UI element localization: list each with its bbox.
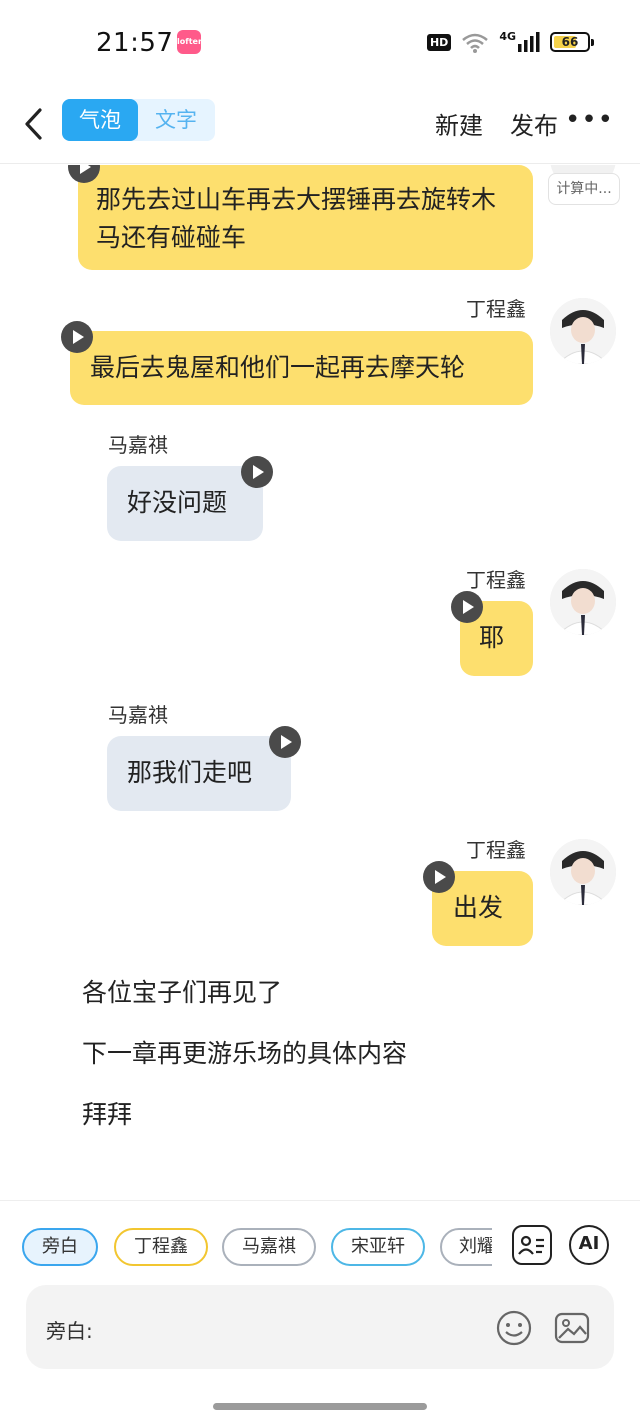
speaker-name: 马嘉祺 — [108, 433, 168, 457]
ai-button[interactable]: AI — [569, 1225, 609, 1265]
character-selector: 旁白 丁程鑫 马嘉祺 宋亚轩 刘耀 — [20, 1228, 492, 1268]
new-button[interactable]: 新建 — [435, 106, 483, 141]
computing-status-tag: 计算中... — [548, 173, 620, 205]
character-chip-ding[interactable]: 丁程鑫 — [114, 1228, 208, 1266]
tab-text[interactable]: 文字 — [138, 99, 214, 141]
character-chip-narrator[interactable]: 旁白 — [22, 1228, 98, 1266]
hd-icon: HD — [426, 33, 452, 51]
speaker-name: 马嘉祺 — [108, 703, 168, 727]
message-text: 出发 — [453, 893, 504, 922]
message-bubble[interactable]: 那我们走吧 — [107, 736, 291, 811]
avatar[interactable] — [550, 298, 616, 364]
narration-line[interactable]: 各位宝子们再见了 — [82, 973, 282, 1009]
character-chip-song[interactable]: 宋亚轩 — [331, 1228, 425, 1266]
message-text: 那我们走吧 — [127, 758, 253, 787]
wifi-icon — [462, 33, 489, 53]
status-bar: 21:57 lofter HD 4G 66 — [0, 0, 640, 86]
message-bubble[interactable]: 那先去过山车再去大摆锤再去旋转木马还有碰碰车 — [78, 165, 533, 270]
avatar[interactable] — [550, 569, 616, 635]
message-text: 那先去过山车再去大摆锤再去旋转木马还有碰碰车 — [96, 185, 497, 252]
network-type: 4G — [499, 30, 516, 43]
publish-button[interactable]: 发布 — [510, 106, 558, 141]
message-bubble[interactable]: 好没问题 — [107, 466, 263, 541]
speaker-name: 丁程鑫 — [466, 297, 526, 321]
message-text: 好没问题 — [127, 488, 228, 517]
character-card-icon[interactable] — [512, 1225, 552, 1265]
play-voice-icon[interactable] — [241, 456, 273, 488]
battery-level: 66 — [561, 35, 579, 49]
narration-line[interactable]: 拜拜 — [82, 1095, 132, 1131]
character-chip-ma[interactable]: 马嘉祺 — [222, 1228, 316, 1266]
composer-panel: 旁白 丁程鑫 马嘉祺 宋亚轩 刘耀 AI 旁白: — [0, 1200, 640, 1422]
image-icon[interactable] — [553, 1309, 591, 1347]
message-bubble[interactable]: 最后去鬼屋和他们一起再去摩天轮 — [70, 331, 533, 405]
mode-toggle: 气泡 文字 — [62, 99, 215, 141]
status-time: 21:57 — [96, 28, 174, 58]
speaker-name: 丁程鑫 — [466, 838, 526, 862]
play-voice-icon[interactable] — [269, 726, 301, 758]
home-indicator[interactable] — [213, 1403, 427, 1410]
play-voice-icon[interactable] — [61, 321, 93, 353]
message-input[interactable]: 旁白: — [26, 1285, 614, 1369]
tab-bubble[interactable]: 气泡 — [62, 99, 138, 141]
message-text: 最后去鬼屋和他们一起再去摩天轮 — [90, 353, 466, 382]
more-options-icon[interactable]: ••• — [565, 107, 614, 133]
signal-icon — [518, 32, 540, 52]
input-speaker-label: 旁白: — [46, 1319, 93, 1343]
avatar[interactable] — [550, 839, 616, 905]
play-voice-icon[interactable] — [451, 591, 483, 623]
message-text: 耶 — [479, 623, 505, 652]
status-icons: HD 4G 66 — [426, 30, 594, 54]
ai-label: AI — [578, 1233, 600, 1254]
emoji-icon[interactable] — [495, 1309, 533, 1347]
play-voice-icon[interactable] — [423, 861, 455, 893]
battery-icon: 66 — [550, 32, 594, 52]
back-arrow-icon[interactable] — [18, 104, 54, 144]
speaker-name: 丁程鑫 — [466, 568, 526, 592]
top-nav-bar: 气泡 文字 新建 发布 ••• — [0, 86, 640, 164]
character-chip-liu[interactable]: 刘耀 — [440, 1228, 492, 1266]
narration-line[interactable]: 下一章再更游乐场的具体内容 — [82, 1034, 407, 1070]
chat-area: 计算中... 那先去过山车再去大摆锤再去旋转木马还有碰碰车 丁程鑫 最后去鬼屋和… — [0, 165, 640, 1200]
lofter-app-icon: lofter — [177, 30, 202, 54]
